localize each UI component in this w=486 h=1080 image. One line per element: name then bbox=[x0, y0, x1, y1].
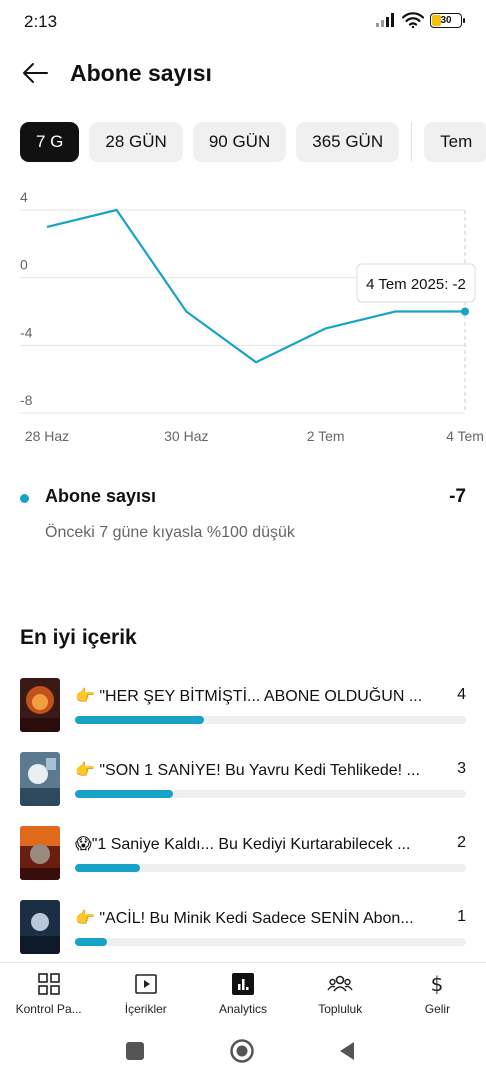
tooltip-text: 4 Tem 2025: -2 bbox=[366, 276, 466, 293]
nav-label: Gelir bbox=[424, 1002, 451, 1016]
content-bar-fill bbox=[75, 790, 173, 798]
period-tabs: 7 G 28 GÜN 90 GÜN 365 GÜN Tem bbox=[20, 122, 486, 162]
content-bar-track bbox=[75, 864, 466, 872]
content-title: 👉 "SON 1 SANİYE! Bu Yavru Kedi Tehlikede… bbox=[75, 762, 420, 779]
y-tick-label: 4 bbox=[20, 190, 28, 205]
square-icon bbox=[126, 1042, 144, 1060]
bottom-nav: Kontrol Pa... İçerikler Analytics Toplul… bbox=[0, 962, 486, 1024]
video-thumbnail bbox=[20, 900, 60, 954]
content-title: 😱"1 Saniye Kaldı... Bu Kediyi Kurtarabil… bbox=[75, 836, 411, 853]
content-item[interactable]: 👉 "ACİL! Bu Minik Kedi Sadece SENİN Abon… bbox=[0, 896, 486, 956]
data-point bbox=[461, 307, 469, 316]
video-thumbnail bbox=[20, 752, 60, 806]
system-nav-bar bbox=[0, 1030, 486, 1070]
summary-label: Abone sayısı bbox=[45, 486, 157, 506]
x-tick-label: 4 Tem bbox=[446, 428, 484, 444]
y-tick-label: -4 bbox=[20, 324, 33, 340]
x-tick-label: 28 Haz bbox=[25, 428, 69, 444]
content-icon bbox=[132, 971, 160, 997]
content-item[interactable]: 👉 "SON 1 SANİYE! Bu Yavru Kedi Tehlikede… bbox=[0, 748, 486, 808]
content-count: 2 bbox=[457, 834, 466, 851]
summary-value: -7 bbox=[449, 486, 466, 507]
y-tick-label: 0 bbox=[20, 257, 28, 273]
home-circle-icon bbox=[230, 1039, 254, 1063]
nav-community[interactable]: Topluluk bbox=[292, 963, 389, 1024]
analytics-icon bbox=[229, 971, 257, 997]
back-button[interactable] bbox=[18, 58, 52, 88]
content-title: 👉 "HER ŞEY BİTMİŞTİ... ABONE OLDUĞUN ... bbox=[75, 688, 423, 705]
content-item[interactable]: 😱"1 Saniye Kaldı... Bu Kediyi Kurtarabil… bbox=[0, 822, 486, 882]
tab-month[interactable]: Tem bbox=[424, 122, 486, 162]
status-icons: 30 bbox=[376, 12, 465, 28]
nav-dashboard[interactable]: Kontrol Pa... bbox=[0, 963, 97, 1024]
nav-label: Analytics bbox=[218, 1002, 268, 1016]
subscriber-chart[interactable]: 4 0 -4 -8 28 Haz 30 Haz 2 Tem 4 Tem 4 Tem 2025: … bbox=[0, 190, 486, 460]
back-nav-button[interactable] bbox=[334, 1038, 360, 1064]
content-count: 3 bbox=[457, 760, 466, 777]
video-thumbnail bbox=[20, 678, 60, 732]
community-icon bbox=[326, 971, 354, 997]
header: Abone sayısı bbox=[0, 52, 486, 96]
home-button[interactable] bbox=[229, 1038, 255, 1064]
tab-28-days[interactable]: 28 GÜN bbox=[89, 122, 183, 162]
triangle-back-icon bbox=[340, 1042, 354, 1060]
content-bar-fill bbox=[75, 938, 108, 946]
dashboard-icon bbox=[35, 971, 63, 997]
tab-divider bbox=[411, 122, 413, 162]
content-count: 4 bbox=[457, 686, 466, 703]
content-bar-fill bbox=[75, 864, 140, 872]
content-bar-fill bbox=[75, 716, 205, 724]
tab-365-days[interactable]: 365 GÜN bbox=[296, 122, 400, 162]
svg-text:$: $ bbox=[431, 972, 444, 996]
tab-90-days[interactable]: 90 GÜN bbox=[192, 122, 287, 162]
nav-label: İçerikler bbox=[124, 1002, 167, 1016]
x-tick-label: 2 Tem bbox=[307, 428, 345, 444]
nav-label: Kontrol Pa... bbox=[15, 1002, 82, 1016]
nav-content[interactable]: İçerikler bbox=[97, 963, 194, 1024]
status-time: 2:13 bbox=[24, 12, 58, 31]
content-bar-track bbox=[75, 716, 466, 724]
page-title: Abone sayısı bbox=[70, 60, 212, 86]
y-tick-label: -8 bbox=[20, 392, 33, 408]
tab-7-days[interactable]: 7 G bbox=[20, 122, 80, 162]
chart-svg: 4 0 -4 -8 28 Haz 30 Haz 2 Tem 4 Tem 4 Tem 2025: … bbox=[20, 190, 484, 444]
content-bar-track bbox=[75, 938, 466, 946]
nav-analytics[interactable]: Analytics bbox=[194, 963, 291, 1024]
summary-comparison: Önceki 7 güne kıyasla %100 düşük bbox=[45, 524, 295, 541]
x-tick-label: 30 Haz bbox=[164, 428, 208, 444]
recent-apps-button[interactable] bbox=[122, 1038, 148, 1064]
status-bar: 2:13 30 bbox=[0, 0, 486, 44]
back-arrow-icon bbox=[23, 63, 48, 83]
video-thumbnail bbox=[20, 826, 60, 880]
dollar-icon: $ bbox=[423, 971, 451, 997]
nav-label: Topluluk bbox=[318, 1002, 363, 1016]
content-bar-track bbox=[75, 790, 466, 798]
series-legend-dot bbox=[20, 494, 29, 503]
nav-earn[interactable]: $ Gelir bbox=[389, 963, 486, 1024]
content-title: 👉 "ACİL! Bu Minik Kedi Sadece SENİN Abon… bbox=[75, 910, 414, 927]
battery-level: 30 bbox=[440, 14, 452, 26]
signal-icon bbox=[376, 13, 394, 27]
content-item[interactable]: 👉 "HER ŞEY BİTMİŞTİ... ABONE OLDUĞUN ...… bbox=[0, 674, 486, 734]
content-count: 1 bbox=[457, 908, 466, 925]
wifi-icon bbox=[402, 12, 424, 28]
battery-icon: 30 bbox=[430, 12, 465, 28]
top-content-title: En iyi içerik bbox=[20, 626, 137, 649]
